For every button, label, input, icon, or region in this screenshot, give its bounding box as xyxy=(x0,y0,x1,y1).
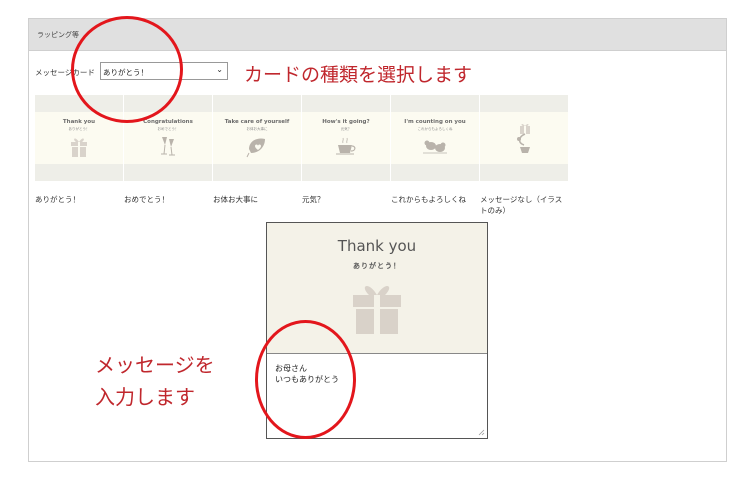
card-label: おめでとう！ xyxy=(124,195,169,204)
card-subtitle: ありがとう！ xyxy=(68,127,90,131)
birds-icon xyxy=(423,140,447,154)
annotation-line-2: 入力します xyxy=(95,385,195,409)
chevron-down-icon: ⌄ xyxy=(216,65,223,74)
panel-title: ラッピング等 xyxy=(37,31,79,39)
highlight-circle-message xyxy=(255,320,356,439)
card-subtitle: おめでとう！ xyxy=(157,127,179,131)
card-subtitle: 元気？ xyxy=(340,127,352,131)
annotation-line-1: メッセージを xyxy=(95,353,215,377)
card-title: Take care of yourself xyxy=(224,119,290,125)
card-label: お体お大事に xyxy=(213,195,258,204)
card-option-hows-it-going[interactable]: How's it going? 元気？ xyxy=(302,95,390,181)
leaf-heart-icon xyxy=(246,138,265,158)
card-label: 元気？ xyxy=(302,195,325,204)
card-option-counting-on-you[interactable]: I'm counting on you これからもよろしくね xyxy=(391,95,479,181)
preview-subheading: ありがとう！ xyxy=(353,262,401,270)
card-subtitle: これからもよろしくね xyxy=(417,127,453,131)
coffee-cup-icon xyxy=(336,137,356,155)
card-subtitle: お体お大事に xyxy=(246,127,268,131)
gift-icon xyxy=(71,138,87,157)
card-label: ありがとう！ xyxy=(35,195,80,204)
card-option-take-care[interactable]: Take care of yourself お体お大事に xyxy=(213,95,301,181)
card-option-illustration-only[interactable] xyxy=(480,95,568,181)
card-title: I'm counting on you xyxy=(404,119,466,125)
gift-icon xyxy=(353,285,401,334)
gift-vase-icon xyxy=(517,123,530,153)
champagne-glasses-icon xyxy=(161,137,175,156)
card-label: メッセージなし（イラストのみ） xyxy=(480,195,563,215)
highlight-circle-select xyxy=(71,16,183,123)
card-title: How's it going? xyxy=(322,119,370,125)
annotation-select-card: カードの種類を選択します xyxy=(244,64,473,86)
preview-heading: Thank you xyxy=(337,237,417,255)
resize-handle-icon[interactable] xyxy=(478,429,485,436)
card-label: これからもよろしくね xyxy=(391,195,466,204)
annotation-enter-message: メッセージを 入力します xyxy=(95,349,255,413)
